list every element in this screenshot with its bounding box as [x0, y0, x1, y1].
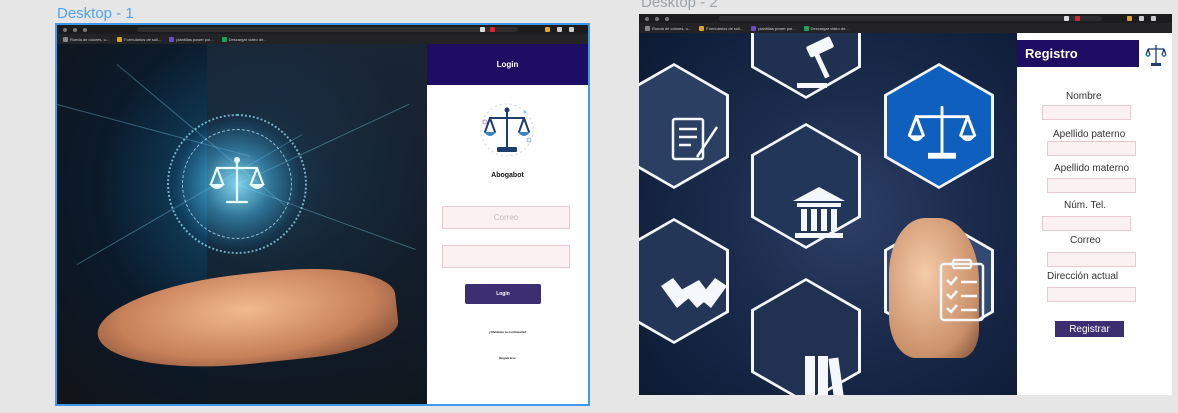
abogabot-logo	[480, 103, 534, 157]
abogabot-logo	[1145, 45, 1167, 66]
back-icon[interactable]	[645, 16, 649, 21]
registro-header: Registro	[1017, 40, 1139, 67]
bookmark-item[interactable]: Rueda de colores, u...	[645, 25, 691, 31]
register-link[interactable]: Registrarse	[427, 356, 588, 360]
num-tel-input[interactable]	[1042, 216, 1131, 231]
registrar-button[interactable]: Registrar	[1055, 321, 1124, 337]
bookmarks-bar: Rueda de colores, u... Formularios de so…	[57, 34, 588, 44]
books-icon	[805, 356, 844, 395]
shield-icon[interactable]	[1064, 16, 1069, 21]
reload-icon[interactable]	[83, 27, 87, 32]
bookmark-item[interactable]: plantillas power poi...	[169, 36, 214, 42]
forward-icon[interactable]	[73, 27, 77, 32]
login-button[interactable]: Login	[465, 284, 541, 304]
nombre-input[interactable]	[1042, 105, 1131, 120]
courthouse-icon	[793, 187, 845, 238]
frame-desktop-2[interactable]: Rueda de colores, u... Formularios de so…	[639, 14, 1172, 395]
frame-desktop-1[interactable]: Rueda de colores, u... Formularios de so…	[55, 23, 590, 406]
scales-of-justice-icon	[209, 157, 265, 204]
field-label-num-tel: Núm. Tel.	[1064, 200, 1107, 211]
handshake-icon	[661, 278, 727, 308]
bookmarks-bar: Rueda de colores, u... Formularios de so…	[639, 23, 1172, 33]
browser-toolbar	[57, 25, 588, 34]
menu-icon[interactable]	[569, 27, 574, 32]
direccion-actual-input[interactable]	[1047, 287, 1136, 302]
browser-toolbar	[639, 14, 1172, 23]
bookmark-item[interactable]: Rueda de colores, u...	[63, 36, 109, 42]
extension-icon[interactable]	[1075, 16, 1080, 21]
document-icon	[671, 117, 719, 161]
extension-icon[interactable]	[1127, 16, 1132, 21]
address-bar[interactable]	[719, 16, 1102, 21]
extension-icon[interactable]	[1139, 16, 1144, 21]
forward-icon[interactable]	[655, 16, 659, 21]
checklist-icon	[939, 258, 985, 322]
bookmark-item[interactable]: Formularios de soli...	[117, 36, 161, 42]
extension-icon[interactable]	[545, 27, 550, 32]
registro-title: Registro	[1025, 46, 1078, 61]
gavel-icon	[797, 36, 834, 88]
hero-image-hand-scales	[57, 44, 427, 404]
frame-title-desktop-1[interactable]: Desktop - 1	[57, 5, 134, 22]
email-field[interactable]	[442, 206, 570, 229]
field-label-direccion-actual: Dirección actual	[1047, 271, 1119, 282]
bookmark-item[interactable]: Descargar video de...	[803, 25, 849, 31]
login-title: Login	[496, 60, 519, 69]
field-label-nombre: Nombre	[1066, 91, 1102, 102]
password-field[interactable]	[442, 245, 570, 268]
shield-icon[interactable]	[480, 27, 485, 32]
extension-icon[interactable]	[490, 27, 495, 32]
apellido-materno-input[interactable]	[1047, 178, 1136, 193]
address-bar[interactable]	[137, 27, 518, 32]
field-label-apellido-materno: Apellido materno	[1054, 163, 1130, 174]
reload-icon[interactable]	[665, 16, 669, 21]
email-input[interactable]	[443, 207, 569, 228]
registro-panel: Registro Nombre Apellido paterno Apellid…	[1017, 33, 1172, 395]
password-input[interactable]	[443, 246, 569, 267]
bookmark-item[interactable]: Formularios de soli...	[699, 25, 743, 31]
menu-icon[interactable]	[1151, 16, 1156, 21]
extension-icon[interactable]	[557, 27, 562, 32]
bookmark-item[interactable]: Descargar video de...	[221, 36, 267, 42]
hero-image-legal-hexagons	[639, 33, 1017, 395]
field-label-apellido-paterno: Apellido paterno	[1053, 129, 1126, 140]
login-panel: Login Abogabot Login ¿Olvidaste tu contr…	[427, 44, 588, 404]
frame-title-desktop-2[interactable]: Desktop - 2	[641, 0, 718, 11]
field-label-correo: Correo	[1070, 235, 1101, 246]
login-header: Login	[427, 44, 588, 85]
forgot-password-link[interactable]: ¿Olvidaste tu contraseña?	[427, 330, 588, 334]
bookmark-item[interactable]: plantillas power poi...	[751, 25, 796, 31]
scales-of-justice-icon	[907, 105, 977, 159]
brand-name: Abogabot	[491, 172, 524, 179]
back-icon[interactable]	[63, 27, 67, 32]
apellido-paterno-input[interactable]	[1047, 141, 1136, 156]
correo-input[interactable]	[1047, 252, 1136, 267]
